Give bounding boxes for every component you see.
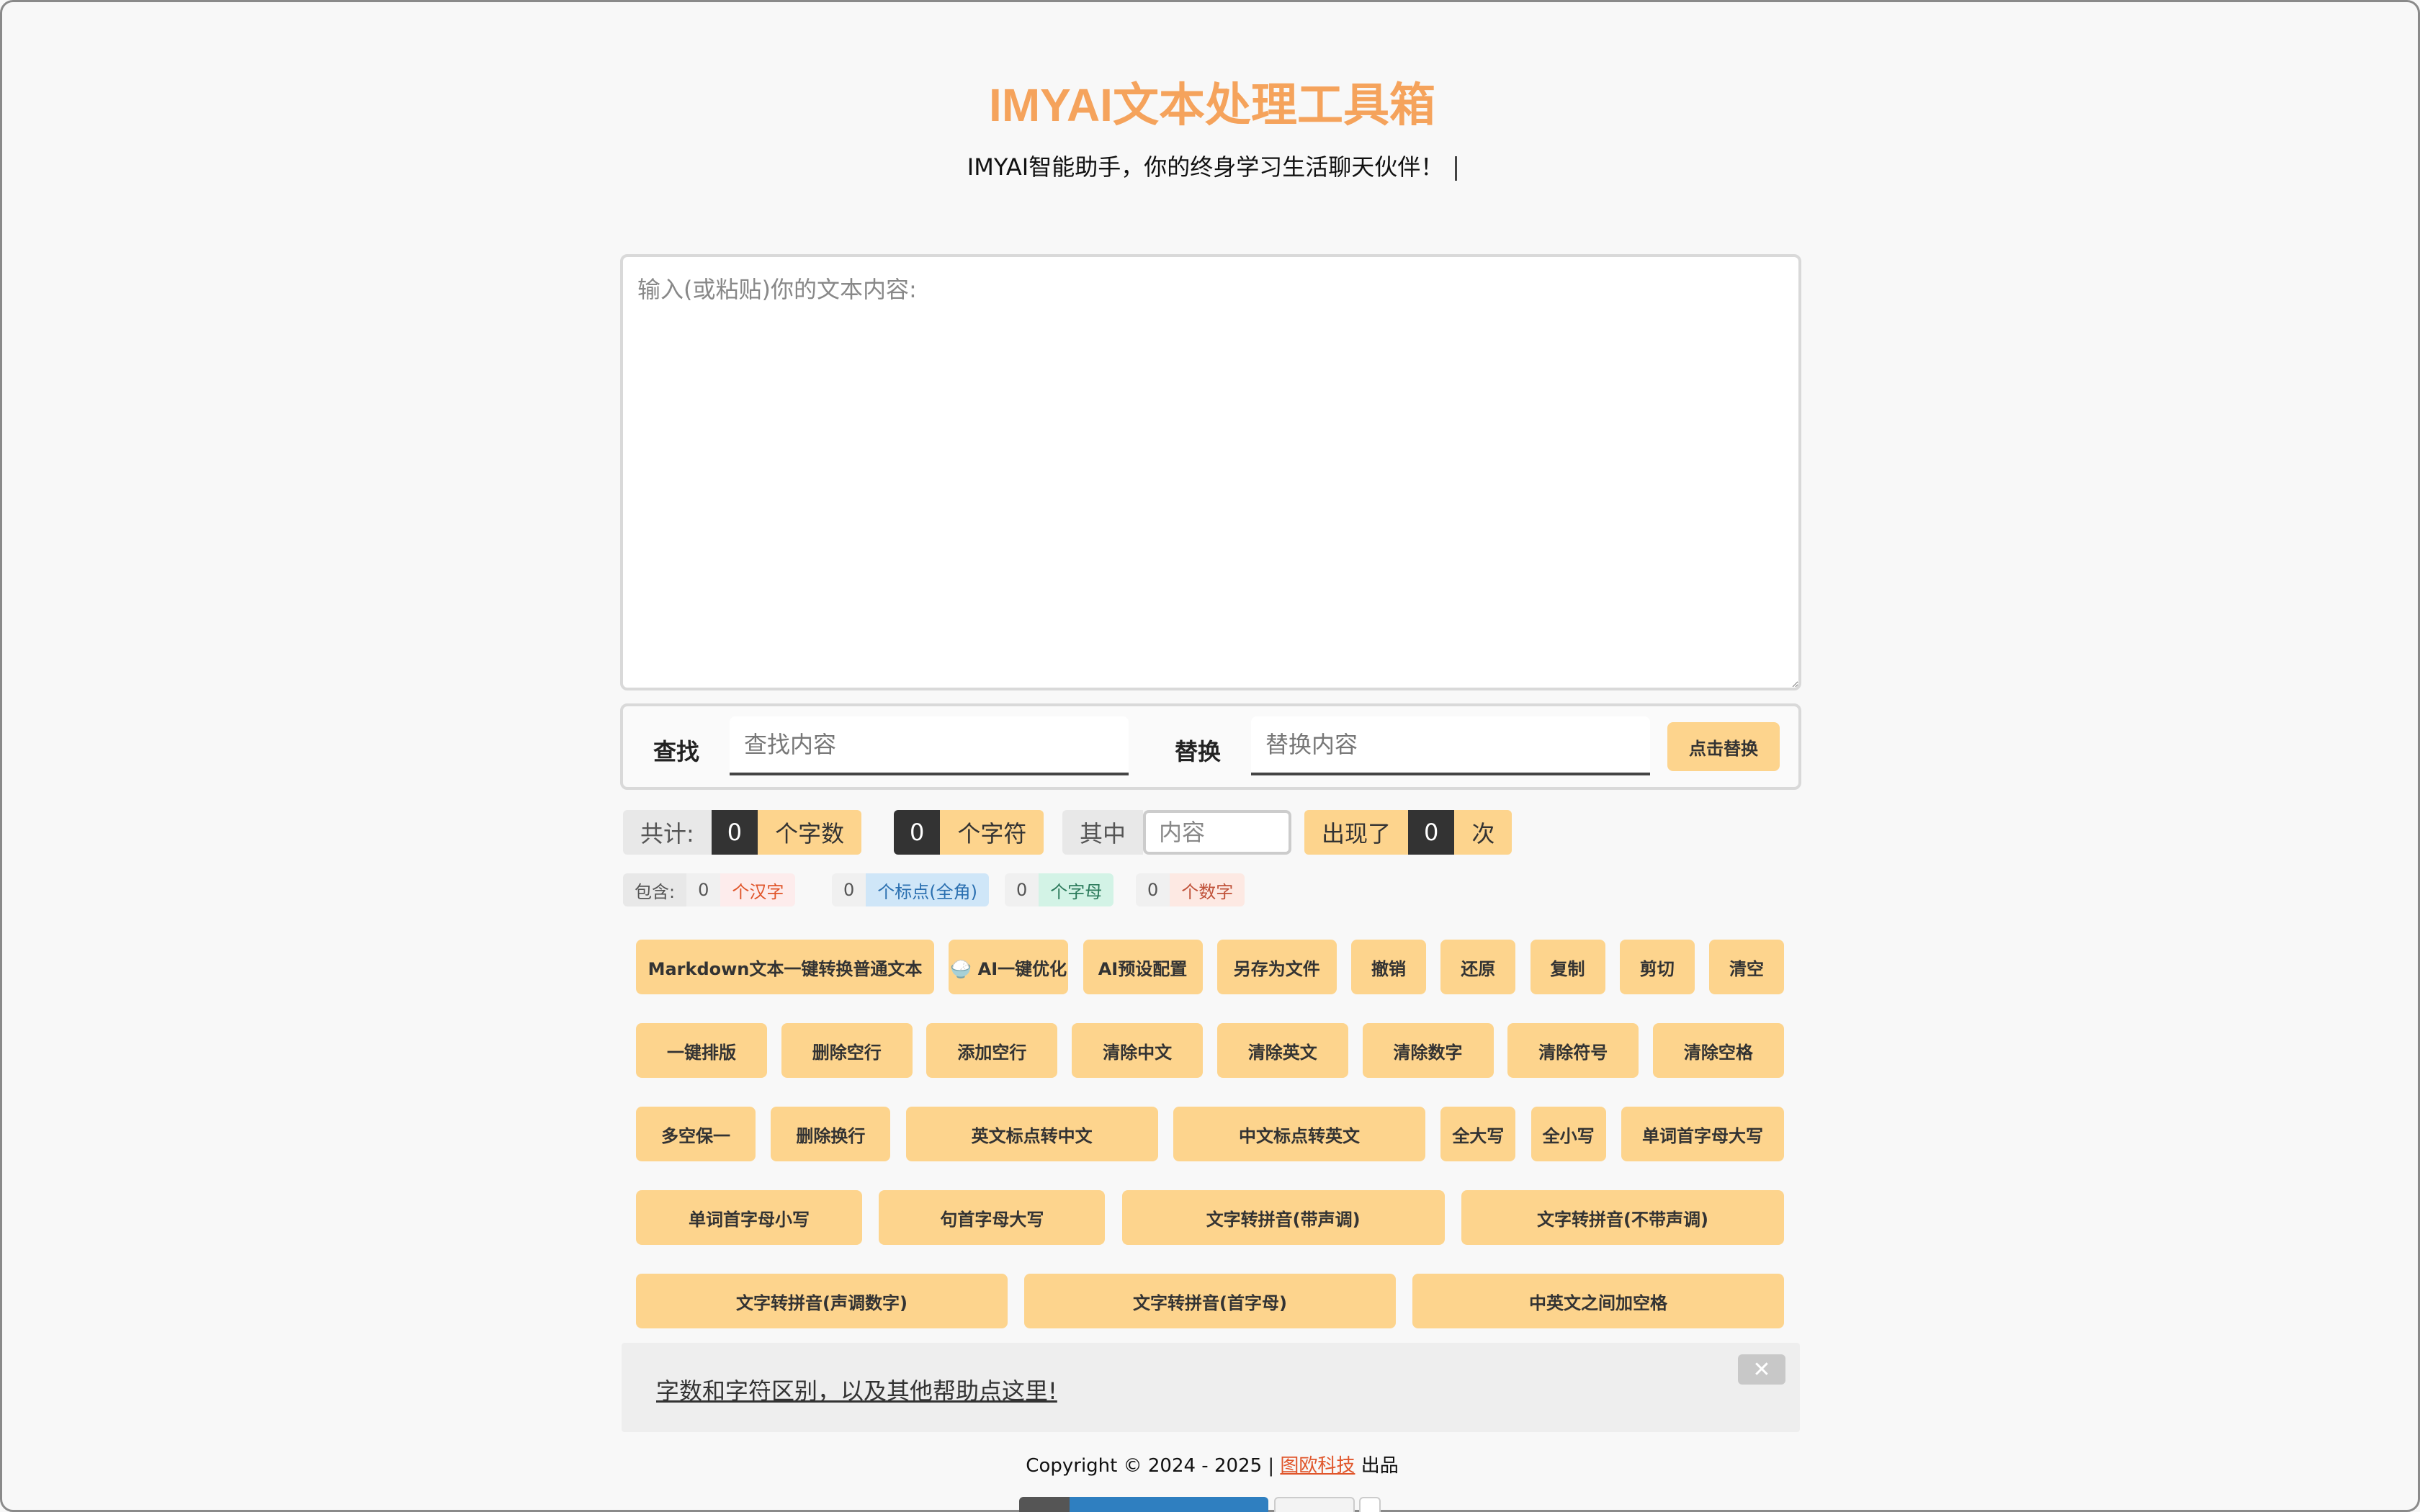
copyright-text: Copyright © 2024 - 2025 | xyxy=(1026,1455,1275,1477)
capitalize-words-button[interactable]: 单词首字母大写 xyxy=(1621,1107,1784,1161)
remove-symbols-button[interactable]: 清除符号 xyxy=(1507,1023,1639,1078)
char-count-pill: 共计: 0 个字数 xyxy=(623,810,862,855)
badge-right xyxy=(1070,1497,1268,1512)
badge-left xyxy=(1019,1497,1070,1512)
among-label: 其中 xyxy=(1062,810,1144,855)
symbol-count-pill: 0 个字符 xyxy=(894,810,1044,855)
lowercase-first-letter-button[interactable]: 单词首字母小写 xyxy=(636,1190,862,1245)
contains-label: 包含: xyxy=(623,873,687,906)
collapse-spaces-button[interactable]: 多空保一 xyxy=(636,1107,756,1161)
uppercase-button[interactable]: 全大写 xyxy=(1440,1107,1516,1161)
find-input[interactable] xyxy=(730,716,1129,775)
close-icon[interactable]: ✕ xyxy=(1738,1354,1785,1385)
copy-button[interactable]: 复制 xyxy=(1530,940,1605,994)
symbol-count-value: 0 xyxy=(894,810,941,855)
replace-input[interactable] xyxy=(1251,716,1650,775)
app-title: IMYAI文本处理工具箱 xyxy=(989,79,1435,131)
symbol-count-unit: 个字符 xyxy=(940,810,1044,855)
auto-format-button[interactable]: 一键排版 xyxy=(636,1023,767,1078)
text-input-area[interactable] xyxy=(620,254,1801,690)
occurrence-count-pill: 出现了 0 次 xyxy=(1304,810,1512,855)
cn-en-spacing-button[interactable]: 中英文之间加空格 xyxy=(1412,1274,1784,1328)
star-count-badge xyxy=(1359,1497,1381,1512)
contains-hanzi: 包含: 0 个汉字 xyxy=(623,873,796,906)
app-subtitle: IMYAI智能助手，你的终身学习生活聊天伙伴！ xyxy=(2,149,2420,182)
subtitle-text: IMYAI智能助手，你的终身学习生活聊天伙伴！ xyxy=(967,153,1444,181)
ai-optimize-button[interactable]: 🍚 AI一键优化 xyxy=(949,940,1069,994)
pinyin-tone-number-button[interactable]: 文字转拼音(声调数字) xyxy=(636,1274,1008,1328)
en-punct-to-cn-button[interactable]: 英文标点转中文 xyxy=(905,1107,1158,1161)
star-badge[interactable] xyxy=(1274,1497,1355,1512)
company-link[interactable]: 图欧科技 xyxy=(1280,1455,1355,1477)
hanzi-count: 0 xyxy=(686,873,721,906)
char-count-unit: 个字数 xyxy=(758,810,862,855)
char-count-value: 0 xyxy=(711,810,758,855)
footer: Copyright © 2024 - 2025 | 图欧科技 出品 xyxy=(2,1451,2420,1477)
find-label: 查找 xyxy=(653,738,700,765)
clear-button[interactable]: 清空 xyxy=(1709,940,1784,994)
contains-punct: 0 个标点(全角) xyxy=(832,873,990,906)
add-empty-lines-button[interactable]: 添加空行 xyxy=(926,1023,1058,1078)
occurrence-input[interactable] xyxy=(1143,810,1292,855)
sentence-case-button[interactable]: 句首字母大写 xyxy=(879,1190,1106,1245)
save-as-file-button[interactable]: 另存为文件 xyxy=(1216,940,1337,994)
redo-button[interactable]: 还原 xyxy=(1440,940,1516,994)
remove-english-button[interactable]: 清除英文 xyxy=(1216,1023,1348,1078)
punct-unit: 个标点(全角) xyxy=(866,873,990,906)
toolbar-row-1: Markdown文本一键转换普通文本 🍚 AI一键优化 AI预设配置 另存为文件… xyxy=(636,940,1784,994)
pinyin-initials-button[interactable]: 文字转拼音(首字母) xyxy=(1024,1274,1396,1328)
markdown-convert-button[interactable]: Markdown文本一键转换普通文本 xyxy=(636,940,934,994)
typing-caret xyxy=(1455,156,1458,181)
contains-digits: 0 个数字 xyxy=(1136,873,1245,906)
bottom-badges xyxy=(1019,1497,1381,1512)
lowercase-button[interactable]: 全小写 xyxy=(1531,1107,1606,1161)
toolbar-row-2: 一键排版 删除空行 添加空行 清除中文 清除英文 清除数字 清除符号 清除空格 xyxy=(636,1023,1784,1078)
appears-label: 出现了 xyxy=(1304,810,1409,855)
pinyin-no-tone-button[interactable]: 文字转拼音(不带声调) xyxy=(1461,1190,1784,1245)
toolbar-row-3: 多空保一 删除换行 英文标点转中文 中文标点转英文 全大写 全小写 单词首字母大… xyxy=(636,1107,1784,1161)
toolbar-row-5: 文字转拼音(声调数字) 文字转拼音(首字母) 中英文之间加空格 xyxy=(636,1274,1784,1328)
remove-spaces-button[interactable]: 清除空格 xyxy=(1652,1023,1784,1078)
appears-count-value: 0 xyxy=(1408,810,1455,855)
punct-count: 0 xyxy=(832,873,866,906)
letters-count: 0 xyxy=(1005,873,1039,906)
letters-unit: 个字母 xyxy=(1039,873,1114,906)
pinyin-tone-button[interactable]: 文字转拼音(带声调) xyxy=(1121,1190,1445,1245)
toolbar-row-4: 单词首字母小写 句首字母大写 文字转拼音(带声调) 文字转拼音(不带声调) xyxy=(636,1190,1784,1245)
help-link[interactable]: 字数和字符区别，以及其他帮助点这里! xyxy=(656,1373,1057,1406)
delete-empty-lines-button[interactable]: 删除空行 xyxy=(781,1023,913,1078)
delete-newlines-button[interactable]: 删除换行 xyxy=(771,1107,891,1161)
remove-digits-button[interactable]: 清除数字 xyxy=(1362,1023,1494,1078)
digits-count: 0 xyxy=(1136,873,1170,906)
ai-preset-button[interactable]: AI预设配置 xyxy=(1083,940,1203,994)
remove-chinese-button[interactable]: 清除中文 xyxy=(1072,1023,1204,1078)
digits-unit: 个数字 xyxy=(1170,873,1245,906)
undo-button[interactable]: 撤销 xyxy=(1351,940,1426,994)
cn-punct-to-en-button[interactable]: 中文标点转英文 xyxy=(1173,1107,1425,1161)
replace-label: 替换 xyxy=(1175,738,1222,765)
appears-unit: 次 xyxy=(1454,810,1512,855)
cut-button[interactable]: 剪切 xyxy=(1619,940,1695,994)
hanzi-unit: 个汉字 xyxy=(720,873,796,906)
replace-button[interactable]: 点击替换 xyxy=(1667,722,1780,771)
contains-letters: 0 个字母 xyxy=(1005,873,1114,906)
total-label: 共计: xyxy=(623,810,712,855)
footer-suffix: 出品 xyxy=(1361,1455,1399,1477)
occurrence-search: 其中 xyxy=(1062,810,1292,855)
